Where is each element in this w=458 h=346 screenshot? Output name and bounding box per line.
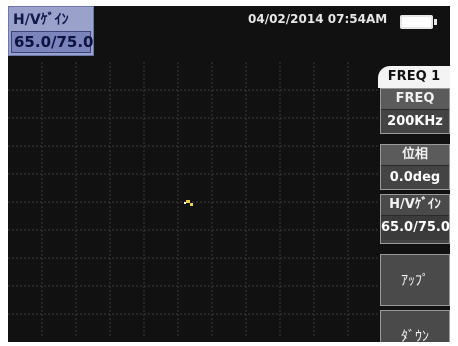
gain-indicator-value-box: 65.0/75.0 [11, 31, 94, 53]
signal-spot-highlight [184, 202, 186, 204]
gain-indicator: H/Vｹﾞｲﾝ 65.0/75.0 [8, 6, 94, 56]
param-phase-value: 0.0deg [381, 165, 449, 190]
param-gain[interactable]: H/Vｹﾞｲﾝ 65.0/75.0 [380, 194, 450, 244]
plot-background [8, 62, 380, 338]
param-freq[interactable]: FREQ 200KHz [380, 88, 450, 134]
signal-spot-tail [190, 203, 193, 206]
up-button[interactable]: ｱｯﾌﾟ [380, 254, 450, 306]
datetime-display: 04/02/2014 07:54AM [248, 12, 388, 26]
battery-terminal [434, 19, 437, 25]
plot-grid [8, 62, 380, 338]
param-phase[interactable]: 位相 0.0deg [380, 144, 450, 190]
gain-indicator-label: H/Vｹﾞｲﾝ [13, 12, 69, 28]
param-gain-value: 65.0/75.0 [381, 215, 450, 240]
battery-icon [400, 15, 433, 29]
signal-spot-core [186, 200, 190, 203]
param-freq-value: 200KHz [381, 109, 449, 134]
menu-title: FREQ 1 [378, 66, 450, 88]
function-menu: FREQ 1 FREQ 200KHz 位相 0.0deg H/Vｹﾞｲﾝ 65.… [378, 66, 450, 342]
instrument-screen: H/Vｹﾞｲﾝ 65.0/75.0 04/02/2014 07:54AM FRE… [8, 6, 450, 342]
param-gain-label: H/Vｹﾞｲﾝ [381, 195, 449, 215]
impedance-plane-plot [8, 62, 380, 338]
param-phase-label: 位相 [381, 145, 449, 165]
param-freq-label: FREQ [381, 89, 449, 109]
down-button[interactable]: ﾀﾞｳﾝ [380, 310, 450, 342]
gain-indicator-value: 65.0/75.0 [14, 33, 94, 51]
